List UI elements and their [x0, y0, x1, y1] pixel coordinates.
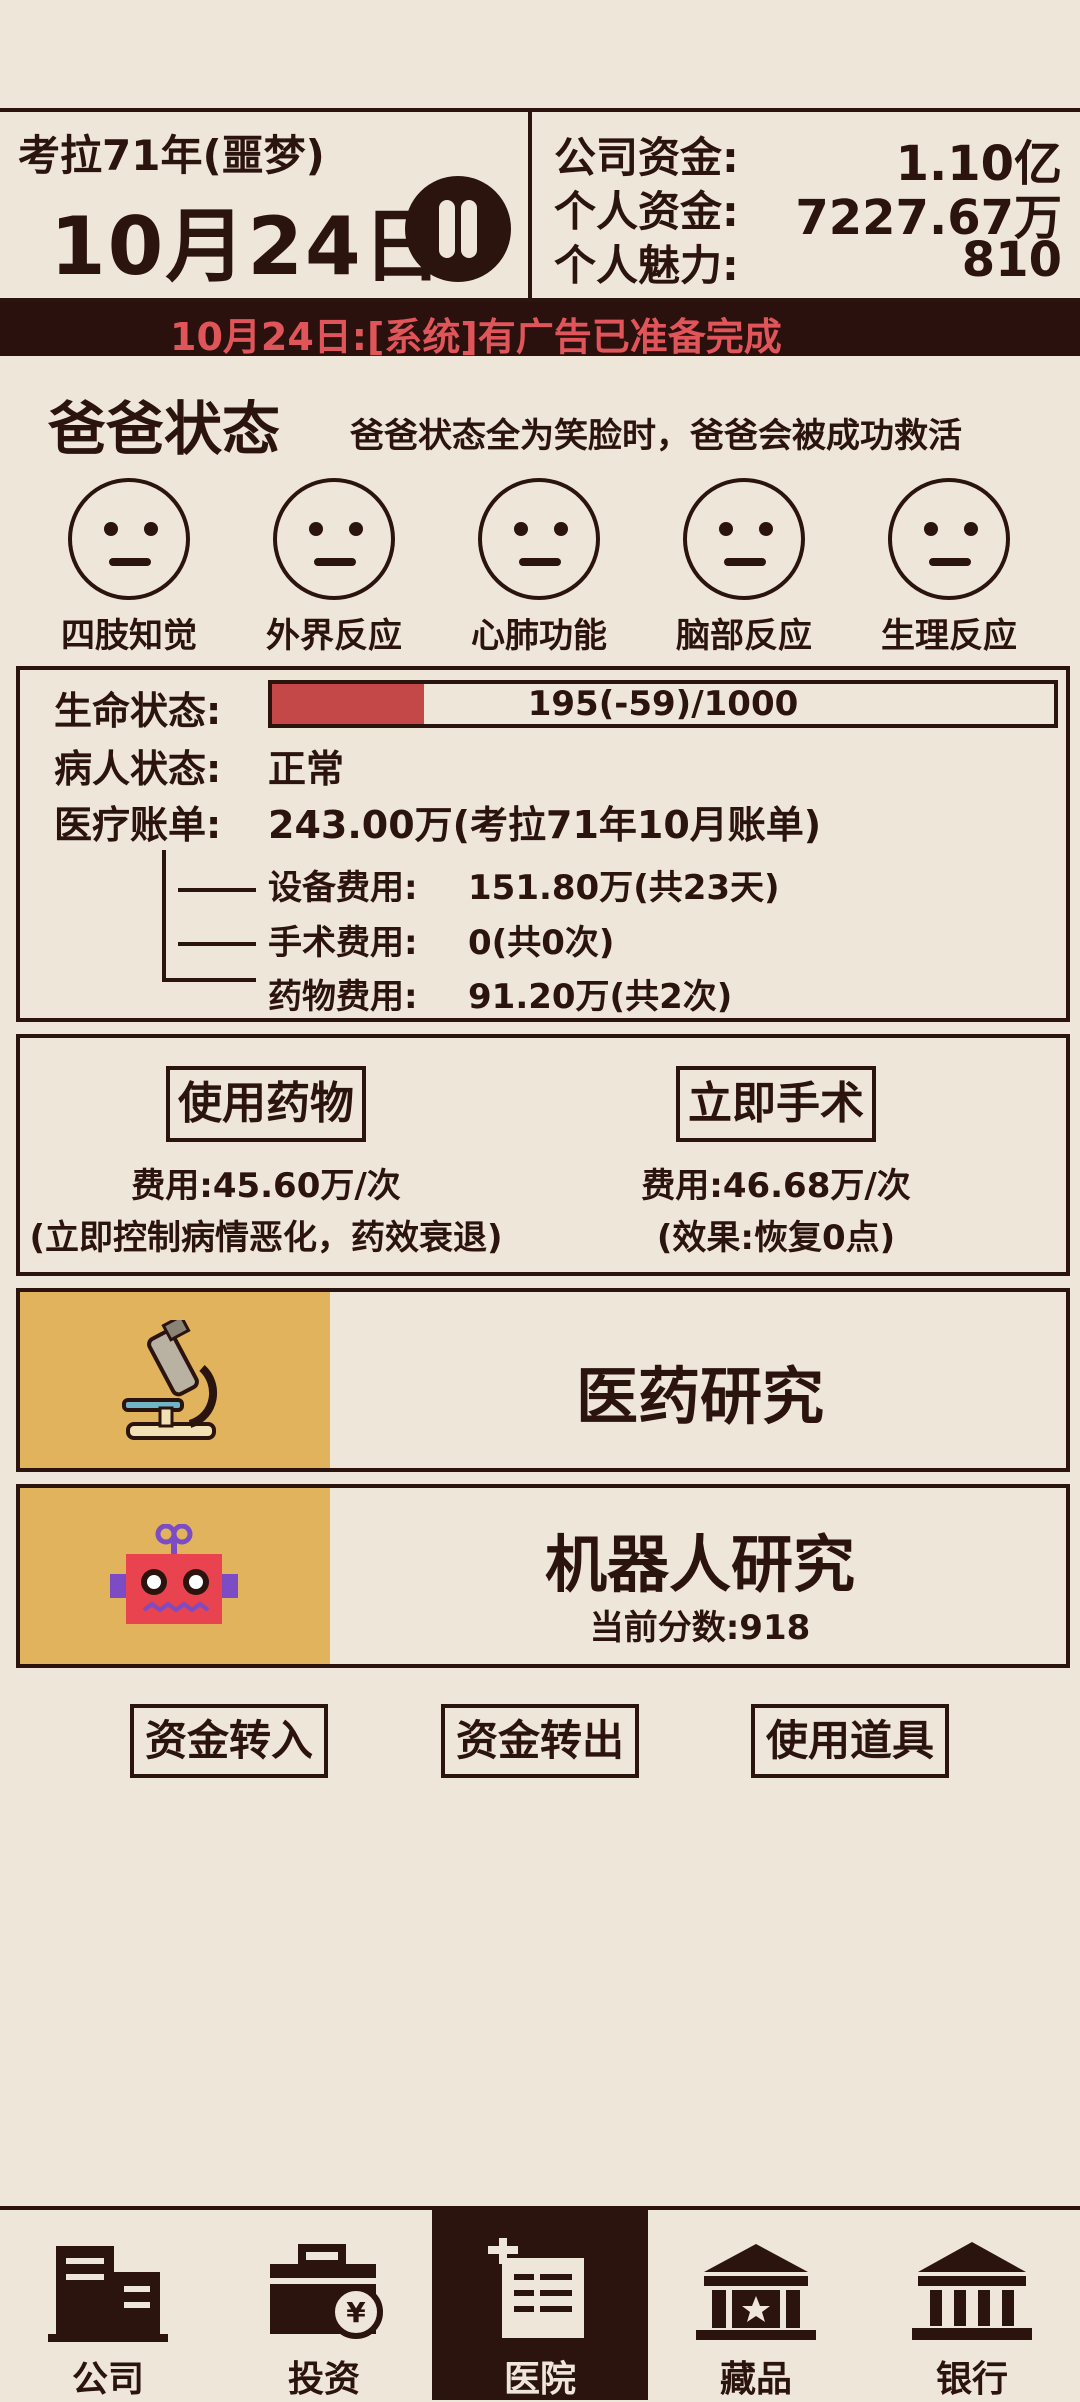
indicator-label-brain: 脑部反应 [676, 616, 812, 656]
news-ticker[interactable]: 10月24日:[系统]有广告已准备完成 [0, 302, 1080, 359]
medical-research-title: 医药研究 [575, 1360, 824, 1433]
nav-company-label: 公司 [71, 2359, 144, 2400]
life-progress-bar: 195(-59)/1000 [268, 680, 1058, 728]
robot-icon [110, 1524, 238, 1624]
nav-collection-label: 藏品 [719, 2359, 792, 2400]
patient-status-value: 正常 [268, 747, 345, 791]
neutral-face-icon [478, 478, 600, 600]
bottom-navigation: 公司 ¥ 投资 医院 藏品 银行 [0, 2206, 1080, 2400]
indicator-label-external: 外界反应 [266, 616, 402, 656]
nav-hospital-label: 医院 [503, 2359, 576, 2400]
ticker-text: 10月24日:[系统]有广告已准备完成 [170, 315, 782, 359]
bill-item-value: 91.20万(共2次) [468, 977, 733, 1017]
medicine-cost: 费用:45.60万/次 [131, 1166, 401, 1206]
dad-status-title: 爸爸状态 [48, 395, 281, 463]
charm-label: 个人魅力: [554, 241, 739, 290]
funds-panel: 公司资金: 1.10亿 个人资金: 7227.67万 个人魅力: 810 [528, 108, 1080, 302]
neutral-face-icon [683, 478, 805, 600]
museum-star-icon [696, 2244, 816, 2340]
hospital-icon [488, 2238, 584, 2338]
bill-item-value: 0(共0次) [468, 923, 615, 963]
surgery-button[interactable]: 立即手术 [676, 1066, 876, 1142]
patient-status-label: 病人状态: [54, 747, 222, 791]
bill-item-label: 手术费用: [268, 923, 418, 963]
nav-collection[interactable]: 藏品 [648, 2210, 864, 2400]
robot-research-icon-area [20, 1488, 330, 1664]
briefcase-yen-icon: ¥ [270, 2244, 383, 2339]
bill-tree-lines [162, 850, 256, 982]
patient-info-panel: 生命状态: 195(-59)/1000 病人状态: 正常 医疗账单: 243.0… [16, 666, 1070, 1022]
neutral-face-icon [273, 478, 395, 600]
office-building-icon [48, 2246, 168, 2342]
robot-research-card[interactable]: 机器人研究 当前分数:918 [16, 1484, 1070, 1668]
life-label: 生命状态: [54, 689, 222, 733]
company-funds-row: 公司资金: 1.10亿 [554, 124, 1062, 192]
date-panel: 考拉71年(噩梦) 10月24日 [0, 108, 532, 302]
nav-invest[interactable]: ¥ 投资 [216, 2210, 432, 2400]
indicator-label-physio: 生理反应 [881, 616, 1017, 656]
nav-hospital[interactable]: 医院 [432, 2210, 648, 2400]
use-medicine-button[interactable]: 使用药物 [166, 1066, 366, 1142]
nav-bank-label: 银行 [935, 2359, 1008, 2400]
nav-company[interactable]: 公司 [0, 2210, 216, 2400]
bill-label: 医疗账单: [54, 803, 222, 847]
nav-bank[interactable]: 银行 [864, 2210, 1080, 2400]
indicator-label-limbs: 四肢知觉 [61, 616, 197, 656]
company-funds-label: 公司资金: [554, 133, 739, 182]
medical-research-card[interactable]: 医药研究 [16, 1288, 1070, 1472]
bank-icon [912, 2242, 1032, 2340]
bill-value: 243.00万(考拉71年10月账单) [268, 803, 822, 847]
treatment-actions-panel: 使用药物 立即手术 费用:45.60万/次 (立即控制病情恶化，药效衰退) 费用… [16, 1034, 1070, 1276]
svg-text:¥: ¥ [346, 2296, 366, 2329]
neutral-face-icon [68, 478, 190, 600]
microscope-icon [122, 1320, 218, 1440]
surgery-cost: 费用:46.68万/次 [641, 1166, 911, 1206]
fund-transfer-in-button[interactable]: 资金转入 [130, 1704, 328, 1778]
dad-status-hint: 爸爸状态全为笑脸时，爸爸会被成功救活 [350, 416, 962, 456]
personal-funds-row: 个人资金: 7227.67万 [554, 178, 1062, 246]
life-progress-text: 195(-59)/1000 [527, 684, 799, 724]
personal-funds-label: 个人资金: [554, 187, 739, 236]
neutral-face-icon [888, 478, 1010, 600]
bill-item-label: 设备费用: [268, 868, 418, 908]
nav-invest-label: 投资 [287, 2359, 360, 2400]
bill-item-label: 药物费用: [268, 977, 418, 1017]
robot-research-score: 当前分数:918 [589, 1608, 811, 1648]
robot-research-title: 机器人研究 [544, 1528, 855, 1601]
charm-value: 810 [961, 232, 1062, 288]
pause-icon[interactable] [405, 176, 511, 282]
surgery-note: (效果:恢复0点) [656, 1218, 896, 1258]
fund-transfer-out-button[interactable]: 资金转出 [441, 1704, 639, 1778]
medicine-note: (立即控制病情恶化，药效衰退) [29, 1218, 503, 1258]
era-label: 考拉71年(噩梦) [18, 131, 325, 180]
medical-research-icon-area [20, 1292, 330, 1468]
charm-row: 个人魅力: 810 [554, 232, 1062, 290]
current-date: 10月24日 [50, 200, 445, 293]
use-item-button[interactable]: 使用道具 [751, 1704, 949, 1778]
indicator-label-cardio: 心肺功能 [471, 616, 607, 656]
bill-item-value: 151.80万(共23天) [468, 868, 780, 908]
